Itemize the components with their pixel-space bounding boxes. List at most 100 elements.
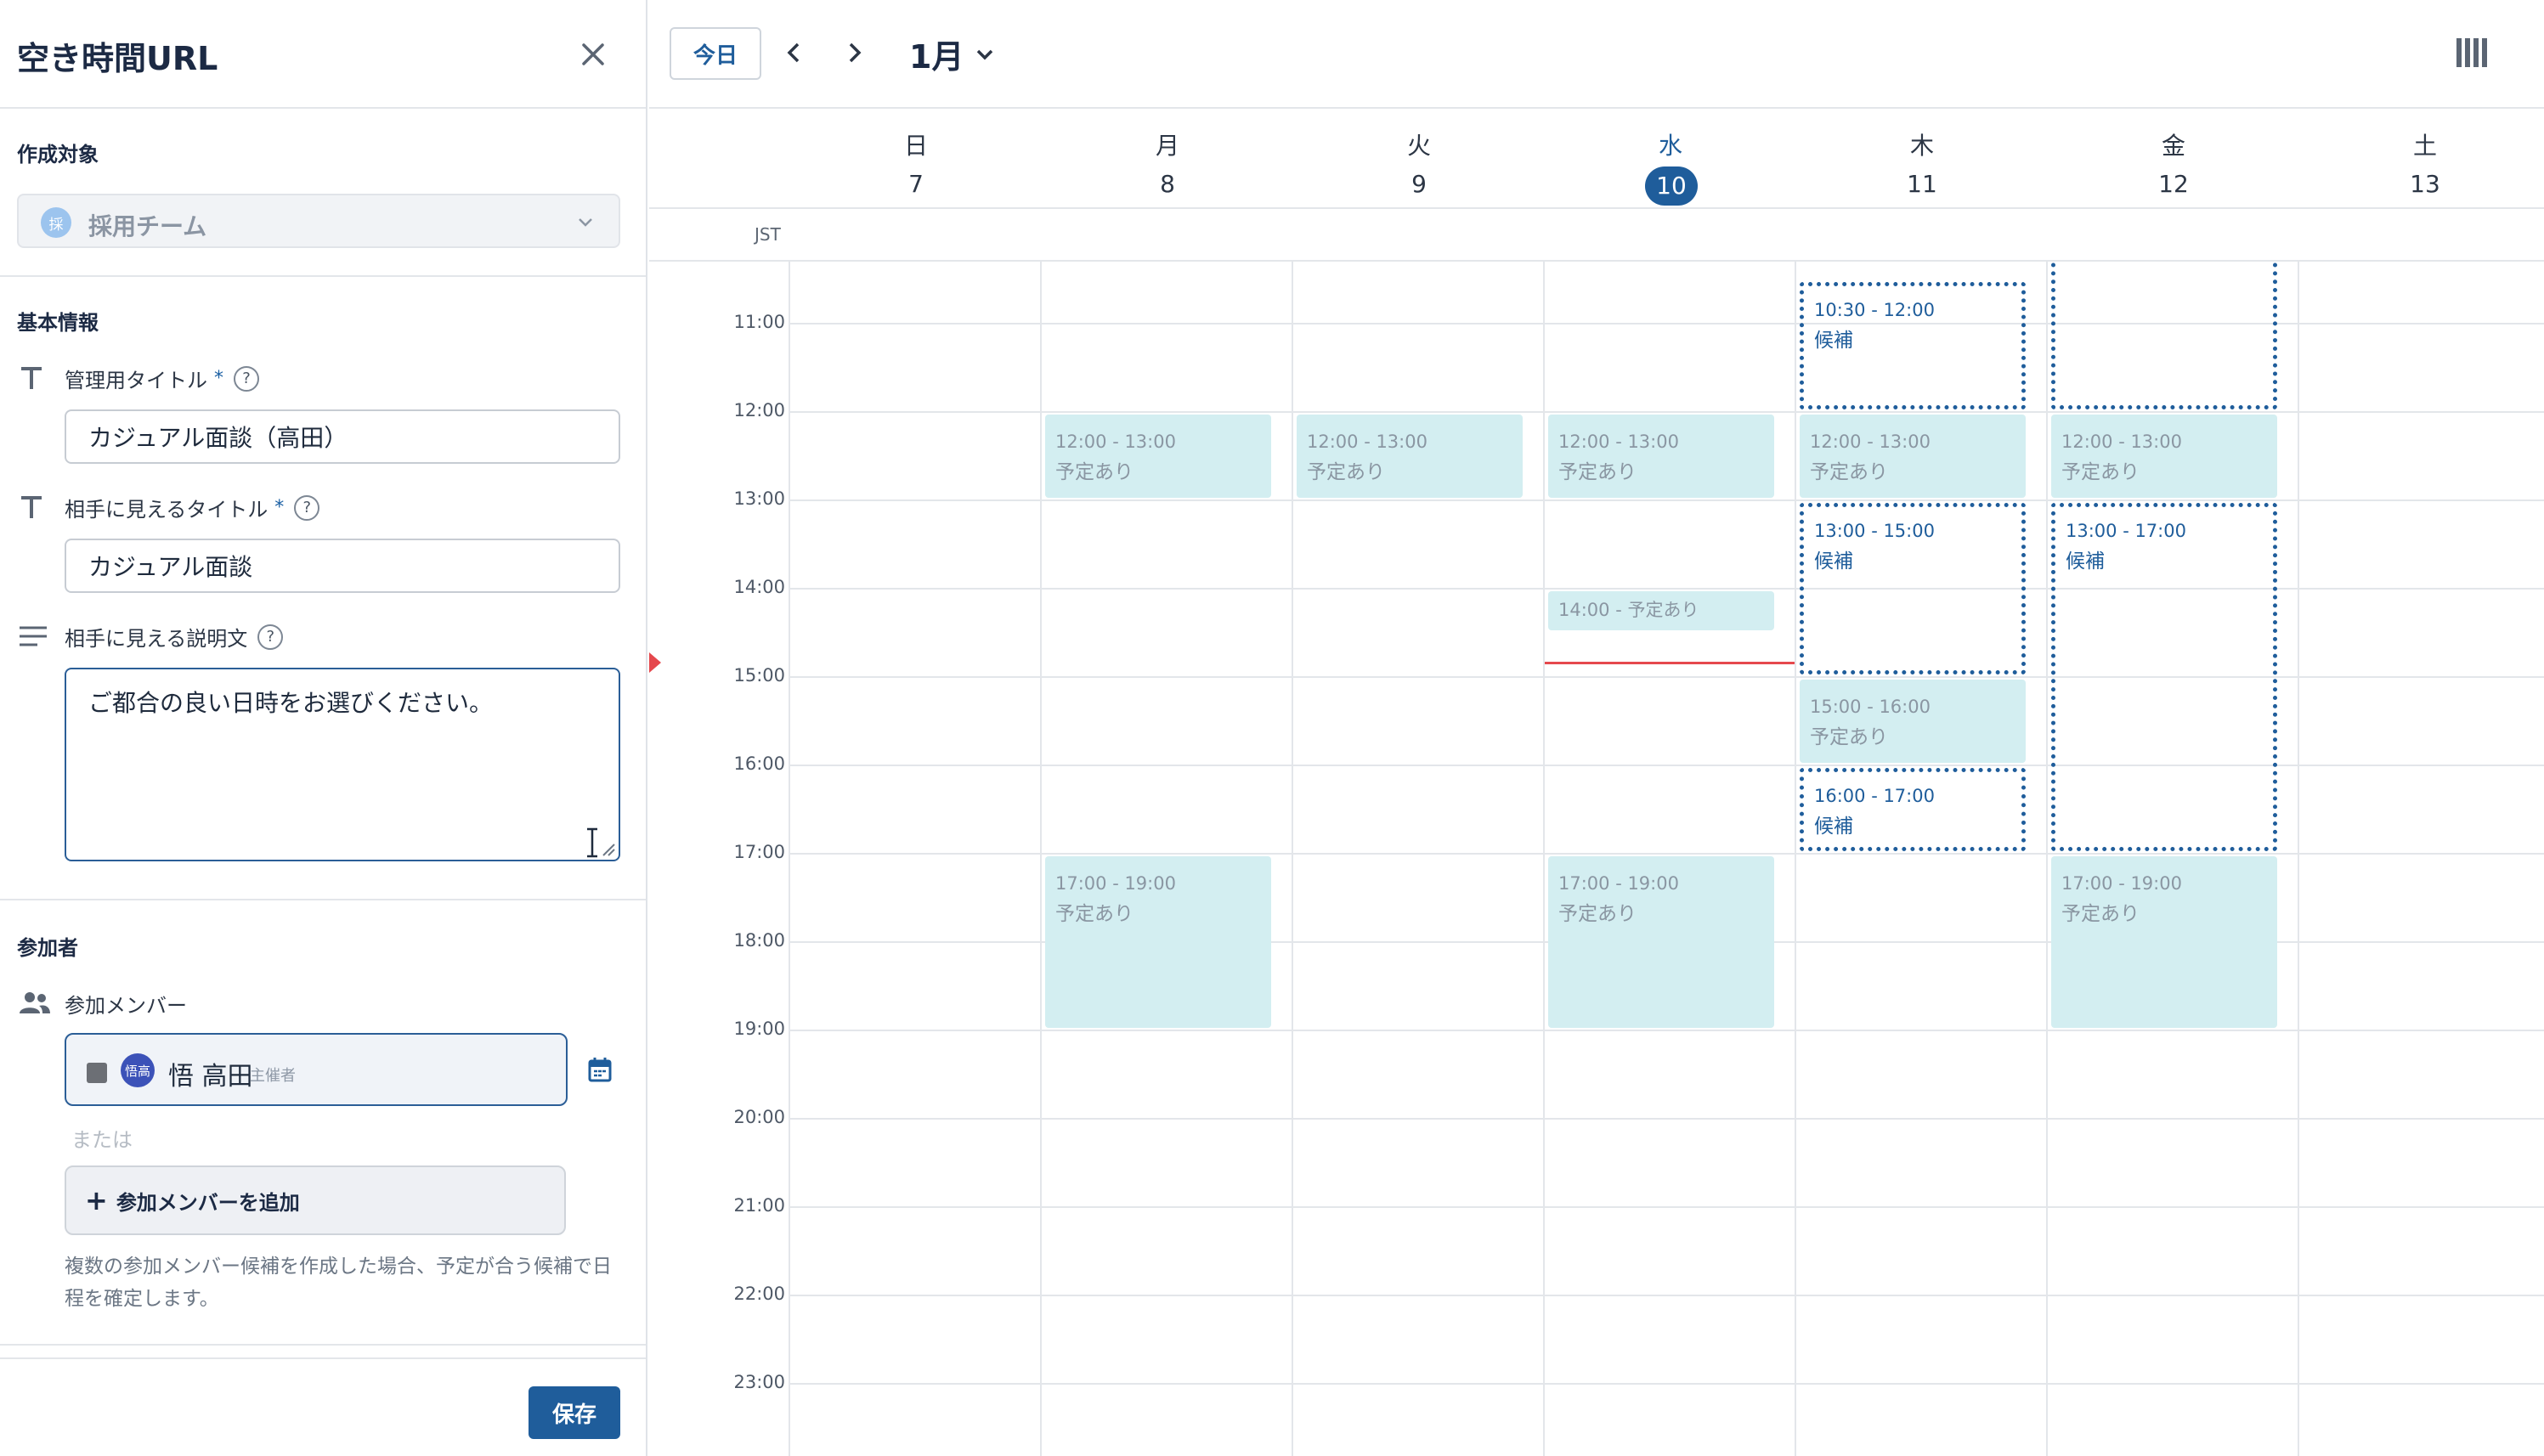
day-of-week: 金: [2161, 132, 2185, 160]
chevron-right-icon[interactable]: [838, 36, 872, 70]
day-number: 8: [1160, 170, 1175, 198]
grid-hour-line: [790, 852, 2544, 855]
day-header-10[interactable]: 水 10: [1645, 127, 1698, 206]
admin-title-label: 管理用タイトル * ?: [65, 364, 259, 393]
hour-label: 23:00: [733, 1371, 785, 1392]
busy-event[interactable]: 15:00 - 16:00 予定あり: [1800, 679, 2026, 763]
hour-label: 17:00: [733, 841, 785, 862]
grid-hour-line: [790, 499, 2544, 501]
event-time: 17:00 - 19:00: [2061, 872, 2182, 894]
text-icon: [21, 367, 42, 389]
candidate-slot[interactable]: 13:00 - 17:00 候補: [2051, 502, 2277, 851]
panel-header: 空き時間URL: [0, 0, 646, 109]
day-of-week: 土: [2412, 132, 2437, 160]
target-select[interactable]: 採 採用チーム: [17, 194, 620, 248]
week-view-icon[interactable]: [2456, 37, 2490, 68]
member-color-swatch[interactable]: [87, 1063, 107, 1083]
hour-label: 16:00: [733, 753, 785, 774]
busy-event[interactable]: 17:00 - 19:00 予定あり: [1045, 855, 1271, 1028]
candidate-slot[interactable]: 16:00 - 17:00 候補: [1800, 767, 2026, 851]
hour-label: 18:00: [733, 929, 785, 951]
day-header-8[interactable]: 月8: [1142, 127, 1193, 198]
close-icon: [582, 43, 604, 65]
event-time: 13:00 - 17:00: [2066, 520, 2186, 541]
hour-label: 15:00: [733, 664, 785, 686]
description-textarea[interactable]: ご都合の良い日時をお選びください。: [65, 668, 620, 861]
event-time: 12:00 - 13:00: [2061, 431, 2182, 452]
day-of-week: 日: [903, 132, 928, 160]
add-member-button[interactable]: + 参加メンバーを追加: [65, 1165, 566, 1235]
divider: [0, 899, 646, 900]
help-icon[interactable]: ?: [294, 494, 320, 521]
event-label: 予定あり: [1307, 460, 1385, 483]
divider: [649, 207, 2544, 209]
admin-title-input[interactable]: カジュアル面談（高田）: [65, 409, 620, 464]
grid-hour-line: [790, 1205, 2544, 1208]
day-header-11[interactable]: 木 11: [1897, 127, 1948, 198]
team-avatar: 採: [41, 207, 71, 238]
side-panel: 空き時間URL 作成対象 採 採用チーム 基本情報 管理用タイトル * ? カジ…: [0, 0, 647, 1456]
member-chip[interactable]: 悟高 悟 高田 主催者: [65, 1033, 568, 1106]
grid-column-line: [1040, 262, 1042, 1456]
grid-column-line: [1543, 262, 1545, 1456]
busy-event[interactable]: 12:00 - 13:00 予定あり: [1548, 414, 1774, 498]
day-header-7[interactable]: 日7: [890, 127, 941, 198]
busy-event[interactable]: 12:00 - 13:00 予定あり: [2051, 414, 2277, 498]
busy-event[interactable]: 17:00 - 19:00 予定あり: [2051, 855, 2277, 1028]
busy-event[interactable]: 12:00 - 13:00 予定あり: [1045, 414, 1271, 498]
candidate-slot[interactable]: [2051, 262, 2277, 409]
resize-handle-icon[interactable]: [600, 841, 615, 856]
calendar-icon[interactable]: [588, 1057, 612, 1082]
month-selector[interactable]: 1月: [909, 31, 996, 77]
time-grid[interactable]: 11:00 12:00 13:00 14:00 15:00 16:00 17:00 18:00…: [649, 262, 2544, 1456]
save-button[interactable]: 保存: [529, 1386, 620, 1439]
grid-hour-line: [790, 764, 2544, 766]
day-header-13[interactable]: 土 13: [2400, 127, 2451, 198]
day-number: 7: [908, 170, 924, 198]
help-icon[interactable]: ?: [257, 624, 284, 650]
hour-label: 14:00: [733, 576, 785, 597]
busy-event[interactable]: 17:00 - 19:00 予定あり: [1548, 855, 1774, 1028]
plus-icon: +: [85, 1184, 108, 1216]
busy-event[interactable]: 12:00 - 13:00 予定あり: [1297, 414, 1523, 498]
add-member-label: 参加メンバーを追加: [116, 1190, 300, 1215]
visible-title-input[interactable]: カジュアル面談: [65, 539, 620, 593]
grid-column-line: [1292, 262, 1293, 1456]
hour-label: 19:00: [733, 1018, 785, 1039]
candidate-slot[interactable]: 10:30 - 12:00 候補: [1800, 281, 2026, 409]
event-time: 12:00 - 13:00: [1810, 431, 1931, 452]
event-label: 予定あり: [1810, 725, 1888, 748]
candidate-slot[interactable]: 13:00 - 15:00 候補: [1800, 502, 2026, 674]
grid-hour-line: [790, 675, 2544, 678]
target-section-label: 作成対象: [17, 143, 99, 166]
event-label: 候補: [2066, 550, 2105, 573]
busy-event[interactable]: 14:00 - 予定あり: [1548, 590, 1774, 630]
grid-column-line: [789, 262, 790, 1456]
chevron-left-icon[interactable]: [777, 36, 811, 70]
current-time-line: [1545, 662, 1795, 665]
chevron-down-icon: [579, 218, 592, 227]
busy-event[interactable]: 12:00 - 13:00 予定あり: [1800, 414, 2026, 498]
participants-section-label: 参加者: [17, 936, 78, 960]
day-number: 13: [2410, 170, 2440, 198]
event-label: 候補: [1814, 550, 1853, 573]
event-time: 12:00 - 13:00: [1055, 431, 1176, 452]
required-mark: *: [274, 497, 285, 518]
or-text: または: [71, 1128, 133, 1152]
close-button[interactable]: [573, 34, 613, 75]
hour-label: 20:00: [733, 1106, 785, 1127]
today-button[interactable]: 今日: [670, 27, 761, 80]
day-of-week: 木: [1909, 132, 1934, 160]
event-time: 12:00 - 13:00: [1558, 431, 1679, 452]
day-header-12[interactable]: 金 12: [2148, 127, 2199, 198]
help-icon[interactable]: ?: [234, 365, 259, 392]
target-select-value: 採用チーム: [88, 212, 207, 240]
help-text: 複数の参加メンバー候補を作成した場合、予定が合う候補で日程を確定します。: [65, 1256, 612, 1310]
hour-label: 22:00: [733, 1283, 785, 1304]
chevron-down-icon: [977, 49, 993, 59]
event-label: 予定あり: [2061, 460, 2140, 483]
event-label: 候補: [1814, 815, 1853, 838]
panel-title: 空き時間URL: [17, 40, 218, 77]
day-of-week: 火: [1406, 132, 1431, 160]
day-header-9[interactable]: 火9: [1394, 127, 1444, 198]
